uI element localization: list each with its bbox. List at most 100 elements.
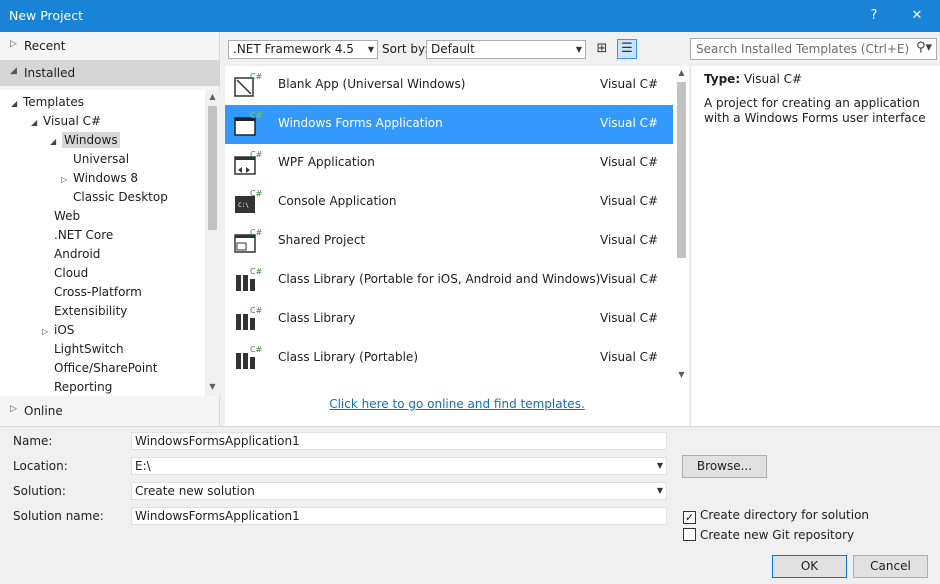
tree-arrow-icon[interactable]: ◢: [50, 132, 62, 151]
tree-label: Web: [54, 209, 81, 223]
name-field[interactable]: WindowsFormsApplication1: [131, 432, 667, 450]
tree-item-windows[interactable]: ◢ Windows: [50, 131, 120, 150]
browse-button[interactable]: Browse...: [682, 455, 767, 478]
tree-arrow-icon[interactable]: ◢: [11, 94, 23, 113]
details-pane: Type: Visual C# A project for creating a…: [690, 66, 940, 426]
scroll-up-icon[interactable]: ▲: [674, 68, 689, 77]
tree-item-cross-platform[interactable]: Cross-Platform: [54, 283, 142, 302]
template-row-class-library-portable-multi[interactable]: C# Class Library (Portable for iOS, Andr…: [225, 261, 673, 300]
close-button[interactable]: ✕: [894, 0, 940, 32]
section-installed-label: Installed: [24, 66, 76, 80]
checkbox-box[interactable]: [683, 528, 696, 541]
chevron-down-icon[interactable]: ▼: [657, 483, 663, 499]
universal-app-icon: C#: [234, 72, 262, 97]
tree-item-classic-desktop[interactable]: Classic Desktop: [73, 188, 168, 207]
tree-label: Classic Desktop: [73, 190, 168, 204]
tree-item-templates[interactable]: ◢ Templates: [11, 93, 84, 112]
checkmark-icon[interactable]: ✓: [683, 511, 696, 524]
template-row-class-library[interactable]: C# Class Library Visual C#: [225, 300, 673, 339]
template-language: Visual C#: [600, 155, 659, 169]
template-name: Class Library (Portable for iOS, Android…: [278, 272, 601, 286]
create-directory-checkbox[interactable]: ✓ Create directory for solution: [683, 508, 869, 524]
tree-item-extensibility[interactable]: Extensibility: [54, 302, 127, 321]
template-row-windows-forms[interactable]: C# Windows Forms Application Visual C#: [225, 105, 673, 144]
online-templates-link[interactable]: Click here to go online and find templat…: [225, 397, 689, 411]
tree-item-cloud[interactable]: Cloud: [54, 264, 88, 283]
cancel-button[interactable]: Cancel: [853, 555, 928, 578]
type-value: Visual C#: [743, 72, 803, 86]
tree-label: Office/SharePoint: [54, 361, 158, 375]
solution-select[interactable]: Create new solution ▼: [131, 482, 667, 500]
template-language: Visual C#: [600, 77, 659, 91]
template-row-console[interactable]: C:\ C# Console Application Visual C#: [225, 183, 673, 222]
solution-name-field[interactable]: WindowsFormsApplication1: [131, 507, 667, 525]
expand-arrow-icon: ▷: [10, 39, 17, 49]
ok-button[interactable]: OK: [772, 555, 847, 578]
tree-scrollbar[interactable]: ▲ ▼: [205, 90, 220, 396]
tree-label: Android: [54, 247, 101, 261]
scroll-down-icon[interactable]: ▼: [674, 370, 689, 379]
create-git-label: Create new Git repository: [700, 528, 855, 542]
tree-item-visual-csharp[interactable]: ◢ Visual C#: [31, 112, 101, 131]
template-row-blank-app[interactable]: C# Blank App (Universal Windows) Visual …: [225, 66, 673, 105]
tree-item-android[interactable]: Android: [54, 245, 100, 264]
solution-label: Solution:: [13, 484, 66, 498]
section-recent-label: Recent: [24, 39, 66, 53]
tree-item-office-sharepoint[interactable]: Office/SharePoint: [54, 359, 158, 378]
help-button[interactable]: ?: [851, 0, 897, 32]
tree-item-reporting[interactable]: Reporting: [54, 378, 112, 396]
tree-label: Templates: [23, 95, 85, 109]
template-name: Class Library: [278, 311, 356, 325]
tree-item-ios[interactable]: ▷ iOS: [42, 321, 74, 340]
chevron-down-icon: ▼: [367, 45, 374, 54]
section-online[interactable]: ▷ Online: [0, 398, 220, 424]
tree-arrow-icon[interactable]: ▷: [61, 170, 73, 189]
sort-select[interactable]: Default ▼: [426, 40, 586, 59]
csharp-badge: C#: [250, 345, 262, 354]
title-bar: New Project ? ✕: [0, 0, 940, 32]
tree-item-windows-8[interactable]: ▷ Windows 8: [61, 169, 138, 188]
scroll-down-icon[interactable]: ▼: [205, 382, 220, 391]
solution-value: Create new solution: [135, 484, 255, 498]
create-git-checkbox[interactable]: Create new Git repository: [683, 528, 854, 542]
svg-text:C:\: C:\: [238, 202, 249, 209]
tree-label: Windows: [62, 132, 120, 148]
tree-arrow-icon[interactable]: ▷: [42, 322, 54, 341]
scroll-thumb[interactable]: [208, 106, 217, 230]
framework-select[interactable]: .NET Framework 4.5 ▼: [228, 40, 378, 59]
section-recent[interactable]: ▷ Recent: [0, 33, 220, 59]
tree-item-net-core[interactable]: .NET Core: [54, 226, 113, 245]
template-row-shared-project[interactable]: C# Shared Project Visual C#: [225, 222, 673, 261]
tree-item-universal[interactable]: Universal: [73, 150, 129, 169]
location-combo[interactable]: E:\ ▼: [131, 457, 667, 475]
small-icons-view-button[interactable]: ⊞: [592, 39, 612, 59]
template-name: WPF Application: [278, 155, 375, 169]
template-row-class-library-portable[interactable]: C# Class Library (Portable) Visual C#: [225, 339, 673, 378]
tree-item-lightswitch[interactable]: LightSwitch: [54, 340, 124, 359]
create-directory-label: Create directory for solution: [700, 508, 870, 522]
csharp-badge: C#: [250, 111, 262, 120]
search-input[interactable]: Search Installed Templates (Ctrl+E) ⚲▾: [690, 38, 937, 60]
tree-label: Visual C#: [43, 114, 102, 128]
template-row-wpf[interactable]: C# WPF Application Visual C#: [225, 144, 673, 183]
tree-item-web[interactable]: Web: [54, 207, 80, 226]
sort-label: Sort by:: [382, 42, 429, 56]
list-view-button[interactable]: ☰: [617, 39, 637, 59]
search-icon[interactable]: ⚲▾: [916, 40, 932, 55]
tree-label: Windows 8: [73, 171, 139, 185]
type-line: Type: Visual C#: [704, 72, 802, 86]
template-language: Visual C#: [600, 272, 659, 286]
solution-name-value: WindowsFormsApplication1: [135, 509, 300, 523]
section-installed[interactable]: ◢ Installed: [0, 60, 220, 86]
chevron-down-icon[interactable]: ▼: [657, 458, 663, 474]
template-tree: ◢ Templates ◢ Visual C# ◢ Windows Universal…: [0, 90, 205, 396]
tree-arrow-icon[interactable]: ◢: [31, 113, 43, 132]
template-language: Visual C#: [600, 194, 659, 208]
category-pane: ▷ Recent ◢ Installed ◢ Templates ◢ Visual …: [0, 32, 220, 426]
scroll-thumb[interactable]: [677, 82, 686, 258]
csharp-badge: C#: [250, 150, 262, 159]
scroll-up-icon[interactable]: ▲: [205, 92, 220, 101]
tree-label: Reporting: [54, 380, 113, 394]
template-list-scrollbar[interactable]: ▲ ▼: [674, 66, 689, 384]
template-name: Shared Project: [278, 233, 366, 247]
